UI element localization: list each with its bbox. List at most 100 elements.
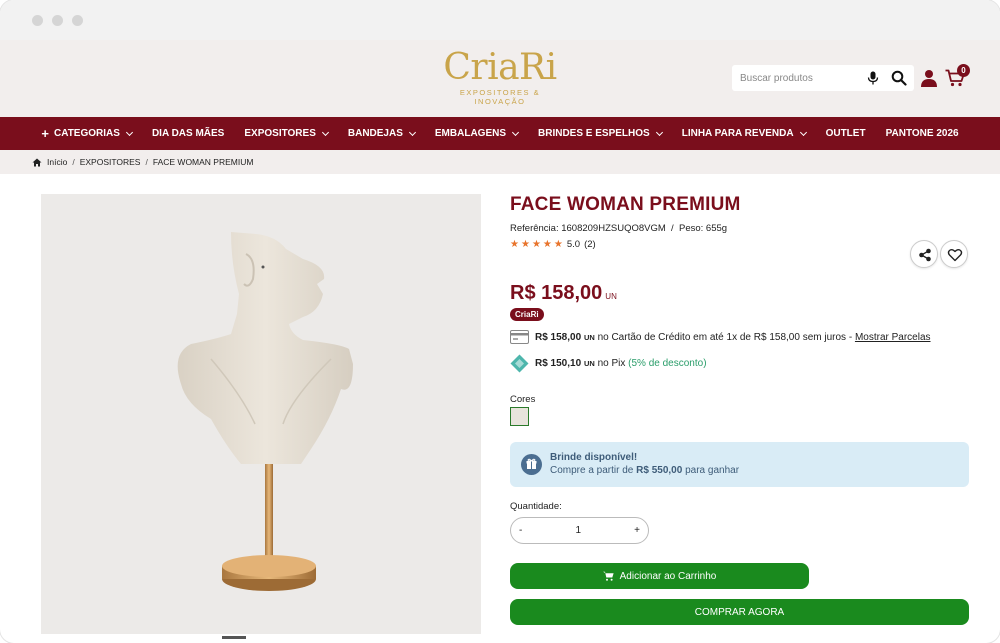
credit-card-icon — [510, 330, 529, 344]
browser-window: CriaRi EXPOSITORES & INOVAÇÃO 0 — [0, 0, 1000, 643]
favorite-button[interactable] — [940, 240, 968, 268]
quantity-label: Quantidade: — [510, 501, 562, 512]
breadcrumb-separator: / — [72, 157, 75, 167]
product-reference: Referência: 1608209HZSUQO8VGM — [510, 223, 666, 234]
breadcrumb: Início / EXPOSITORES / FACE WOMAN PREMIU… — [0, 150, 1000, 174]
nav-dia-das-maes[interactable]: DIA DAS MÃES — [142, 128, 234, 139]
star-icon: ★ — [531, 239, 541, 250]
show-installments-link[interactable]: Mostrar Parcelas — [855, 332, 931, 343]
mannequin-bust-image — [177, 232, 353, 591]
card-amount: R$ 158,00 — [535, 331, 582, 343]
rating-value: 5.0 — [566, 239, 581, 250]
breadcrumb-home[interactable]: Início — [47, 157, 67, 167]
site-logo[interactable]: CriaRi EXPOSITORES & INOVAÇÃO — [440, 47, 560, 107]
brand-badge: CriaRi — [510, 308, 544, 321]
home-icon[interactable] — [32, 158, 42, 167]
quantity-increase-button[interactable]: + — [634, 525, 640, 536]
nav-label: PANTONE 2026 — [885, 128, 959, 139]
share-button[interactable] — [910, 240, 938, 268]
nav-pantone-2026[interactable]: PANTONE 2026 — [876, 128, 969, 139]
pix-amount: R$ 150,10 — [535, 358, 582, 369]
pix-payment: R$ 150,10 UN no Pix (5% de desconto) — [510, 354, 707, 373]
nav-label: LINHA PARA REVENDA — [681, 128, 794, 139]
pix-unit: UN — [583, 359, 595, 368]
credit-card-payment: R$ 158,00 UN no Cartão de Crédito em até… — [510, 330, 931, 344]
quantity-decrease-button[interactable]: - — [519, 525, 522, 536]
chevron-down-icon — [321, 128, 329, 136]
title-bar — [0, 0, 1000, 40]
search-input[interactable] — [732, 65, 857, 91]
image-thumbnail-indicator[interactable] — [222, 636, 246, 639]
star-icon: ★ — [542, 239, 552, 250]
search-icon[interactable] — [891, 70, 907, 86]
share-icon — [919, 248, 931, 262]
microphone-icon[interactable] — [867, 71, 879, 85]
buy-now-label: COMPRAR AGORA — [694, 606, 785, 618]
color-swatch[interactable] — [510, 407, 529, 426]
nav-bandejas[interactable]: BANDEJAS — [338, 128, 425, 139]
window-close-dot[interactable] — [32, 15, 43, 26]
plus-icon: + — [41, 125, 49, 141]
star-icon: ★ — [520, 239, 530, 250]
card-text: no Cartão de Crédito em até 1x de R$ 158… — [597, 331, 853, 343]
add-to-cart-label: Adicionar ao Carrinho — [619, 570, 717, 582]
product-info: FACE WOMAN PREMIUM Referência: 1608209HZ… — [510, 194, 970, 625]
main-navigation: + CATEGORIAS DIA DAS MÃES EXPOSITORES BA… — [0, 117, 1000, 150]
chevron-down-icon — [408, 128, 416, 136]
product-weight: Peso: 655g — [678, 223, 728, 234]
search-box — [732, 65, 914, 91]
product-title: FACE WOMAN PREMIUM — [510, 194, 741, 215]
product-image[interactable] — [41, 194, 481, 634]
nav-label: EMBALAGENS — [434, 128, 507, 139]
quantity-stepper: - 1 + — [510, 517, 649, 544]
nav-label: EXPOSITORES — [244, 128, 316, 139]
nav-brindes-espelhos[interactable]: BRINDES E ESPELHOS — [528, 128, 672, 139]
nav-categorias[interactable]: + CATEGORIAS — [31, 125, 142, 141]
cart-count-badge: 0 — [957, 64, 970, 77]
logo-tagline: EXPOSITORES & INOVAÇÃO — [459, 88, 541, 106]
breadcrumb-separator: / — [145, 157, 148, 167]
window-minimize-dot[interactable] — [52, 15, 63, 26]
product-reference-line: Referência: 1608209HZSUQO8VGM / Peso: 65… — [510, 223, 728, 234]
logo-text: CriaRi — [443, 47, 557, 88]
gift-amount: R$ 550,00 — [636, 465, 683, 476]
buy-now-button[interactable]: COMPRAR AGORA — [510, 599, 969, 625]
rating-count: (2) — [584, 239, 596, 250]
heart-icon — [947, 249, 963, 262]
breadcrumb-current: FACE WOMAN PREMIUM — [152, 157, 254, 167]
site-header: CriaRi EXPOSITORES & INOVAÇÃO 0 — [0, 40, 1000, 117]
gift-text-suffix: para ganhar — [685, 465, 740, 476]
nav-label: CATEGORIAS — [54, 128, 120, 139]
cart-icon — [602, 571, 614, 581]
price-unit: UN — [605, 292, 617, 301]
nav-linha-revenda[interactable]: LINHA PARA REVENDA — [672, 128, 816, 139]
gift-description: Compre a partir de R$ 550,00 para ganhar — [550, 465, 739, 476]
add-to-cart-button[interactable]: Adicionar ao Carrinho — [510, 563, 809, 589]
price-value: R$ 158,00 — [510, 282, 603, 304]
user-account-icon[interactable] — [920, 69, 938, 87]
chevron-down-icon — [655, 128, 663, 136]
pix-discount: (5% de desconto) — [628, 358, 707, 369]
gift-title: Brinde disponível! — [550, 452, 638, 463]
nav-embalagens[interactable]: EMBALAGENS — [425, 128, 528, 139]
gift-text-prefix: Compre a partir de — [550, 465, 634, 476]
chevron-down-icon — [511, 128, 520, 136]
colors-label: Cores — [510, 394, 536, 405]
quantity-value[interactable]: 1 — [575, 525, 581, 536]
chevron-down-icon — [799, 128, 807, 136]
nav-label: BRINDES E ESPELHOS — [538, 128, 650, 139]
gift-banner: Brinde disponível! Compre a partir de R$… — [510, 442, 969, 487]
nav-expositores[interactable]: EXPOSITORES — [234, 128, 338, 139]
nav-label: BANDEJAS — [347, 128, 403, 139]
card-unit: UN — [583, 332, 595, 342]
nav-outlet[interactable]: OUTLET — [816, 128, 876, 139]
gift-icon — [521, 454, 542, 475]
breadcrumb-category[interactable]: EXPOSITORES — [80, 157, 141, 167]
product-price: R$ 158,00 UN — [510, 282, 617, 305]
star-icon: ★ — [510, 239, 519, 250]
window-maximize-dot[interactable] — [72, 15, 83, 26]
pix-icon — [510, 354, 529, 373]
product-rating[interactable]: ★ ★ ★ ★ ★ 5.0 (2) — [510, 239, 970, 250]
pix-text: no Pix — [597, 358, 626, 369]
nav-label: DIA DAS MÃES — [151, 128, 225, 139]
